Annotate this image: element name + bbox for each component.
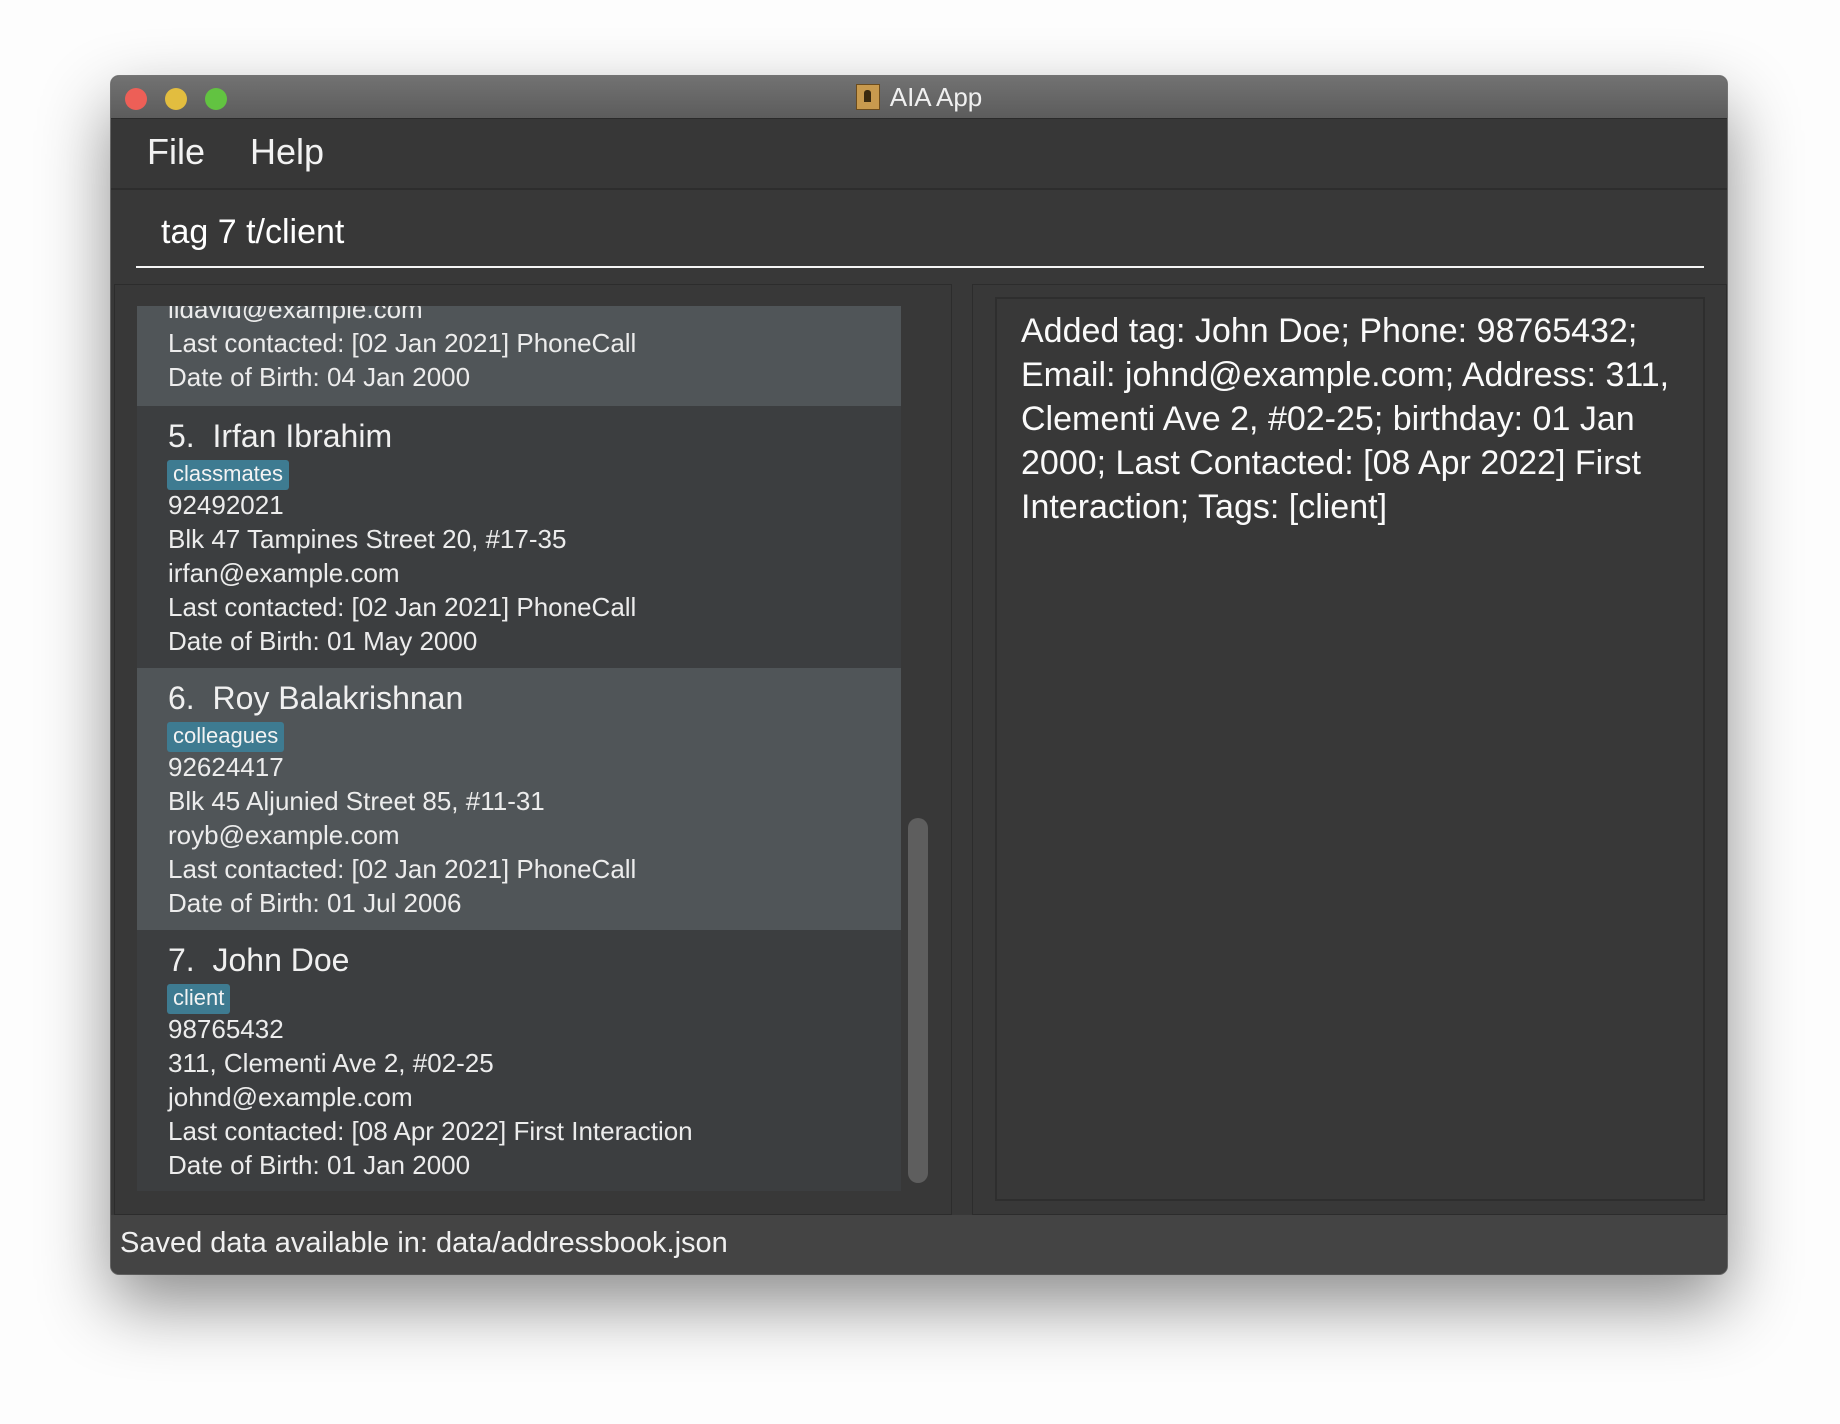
person-last-contacted: Last contacted: [08 Apr 2022] First Inte… xyxy=(168,1116,693,1146)
person-list[interactable]: lidavid@example.com Last contacted: [02 … xyxy=(137,306,901,1191)
person-address: Blk 45 Aljunied Street 85, #11-31 xyxy=(168,786,545,816)
person-name: 7. John Doe xyxy=(168,942,349,979)
command-input[interactable] xyxy=(136,198,1704,268)
person-address: 311, Clementi Ave 2, #02-25 xyxy=(168,1048,494,1078)
list-scrollbar-thumb[interactable] xyxy=(908,818,928,1183)
title-bar: AIA App xyxy=(111,76,1727,119)
person-email: johnd@example.com xyxy=(168,1082,413,1112)
person-email: lidavid@example.com xyxy=(168,306,423,324)
person-email: irfan@example.com xyxy=(168,558,400,588)
person-dob: Date of Birth: 01 Jul 2006 xyxy=(168,888,462,918)
list-scrollbar[interactable] xyxy=(908,306,928,1191)
result-text: Added tag: John Doe; Phone: 98765432; Em… xyxy=(1021,312,1670,526)
person-tag: client xyxy=(167,984,231,1014)
person-card[interactable]: 7. John Doe client 98765432 311, Clement… xyxy=(137,930,901,1191)
person-phone: 92624417 xyxy=(168,752,284,782)
person-phone: 98765432 xyxy=(168,1014,284,1044)
window-title: AIA App xyxy=(111,76,1727,118)
person-email: royb@example.com xyxy=(168,820,400,850)
menu-help[interactable]: Help xyxy=(250,131,324,173)
person-address: Blk 47 Tampines Street 20, #17-35 xyxy=(168,524,567,554)
person-index: 6. xyxy=(168,680,195,716)
command-box xyxy=(111,190,1727,282)
person-last-contacted: Last contacted: [02 Jan 2021] PhoneCall xyxy=(168,328,637,358)
menu-bar: File Help xyxy=(111,119,1727,190)
person-card-partial[interactable]: lidavid@example.com Last contacted: [02 … xyxy=(137,306,901,406)
result-panel: Added tag: John Doe; Phone: 98765432; Em… xyxy=(972,284,1727,1215)
person-card[interactable]: 6. Roy Balakrishnan colleagues 92624417 … xyxy=(137,668,901,930)
person-phone: 92492021 xyxy=(168,490,284,520)
app-window: AIA App File Help lidavid@example.com La… xyxy=(111,76,1727,1274)
address-book-icon xyxy=(855,84,880,110)
person-index: 5. xyxy=(168,418,195,454)
person-last-contacted: Last contacted: [02 Jan 2021] PhoneCall xyxy=(168,592,637,622)
person-name-text: Irfan Ibrahim xyxy=(212,418,393,454)
result-display: Added tag: John Doe; Phone: 98765432; Em… xyxy=(995,297,1705,1201)
status-bar: Saved data available in: data/addressboo… xyxy=(111,1215,1727,1274)
person-name: 5. Irfan Ibrahim xyxy=(168,418,392,455)
status-text: Saved data available in: data/addressboo… xyxy=(120,1227,728,1259)
person-dob: Date of Birth: 01 Jan 2000 xyxy=(168,1150,471,1180)
person-name: 6. Roy Balakrishnan xyxy=(168,680,463,717)
person-dob: Date of Birth: 04 Jan 2000 xyxy=(168,362,471,392)
person-card[interactable]: 5. Irfan Ibrahim classmates 92492021 Blk… xyxy=(137,406,901,668)
person-tag: colleagues xyxy=(167,722,285,752)
person-name-text: Roy Balakrishnan xyxy=(212,680,464,716)
menu-file[interactable]: File xyxy=(147,131,205,173)
person-tag: classmates xyxy=(167,460,290,490)
person-index: 7. xyxy=(168,942,195,978)
person-last-contacted: Last contacted: [02 Jan 2021] PhoneCall xyxy=(168,854,637,884)
person-name-text: John Doe xyxy=(212,942,350,978)
window-title-text: AIA App xyxy=(889,81,983,112)
person-dob: Date of Birth: 01 May 2000 xyxy=(168,626,478,656)
person-list-panel: lidavid@example.com Last contacted: [02 … xyxy=(114,284,952,1215)
